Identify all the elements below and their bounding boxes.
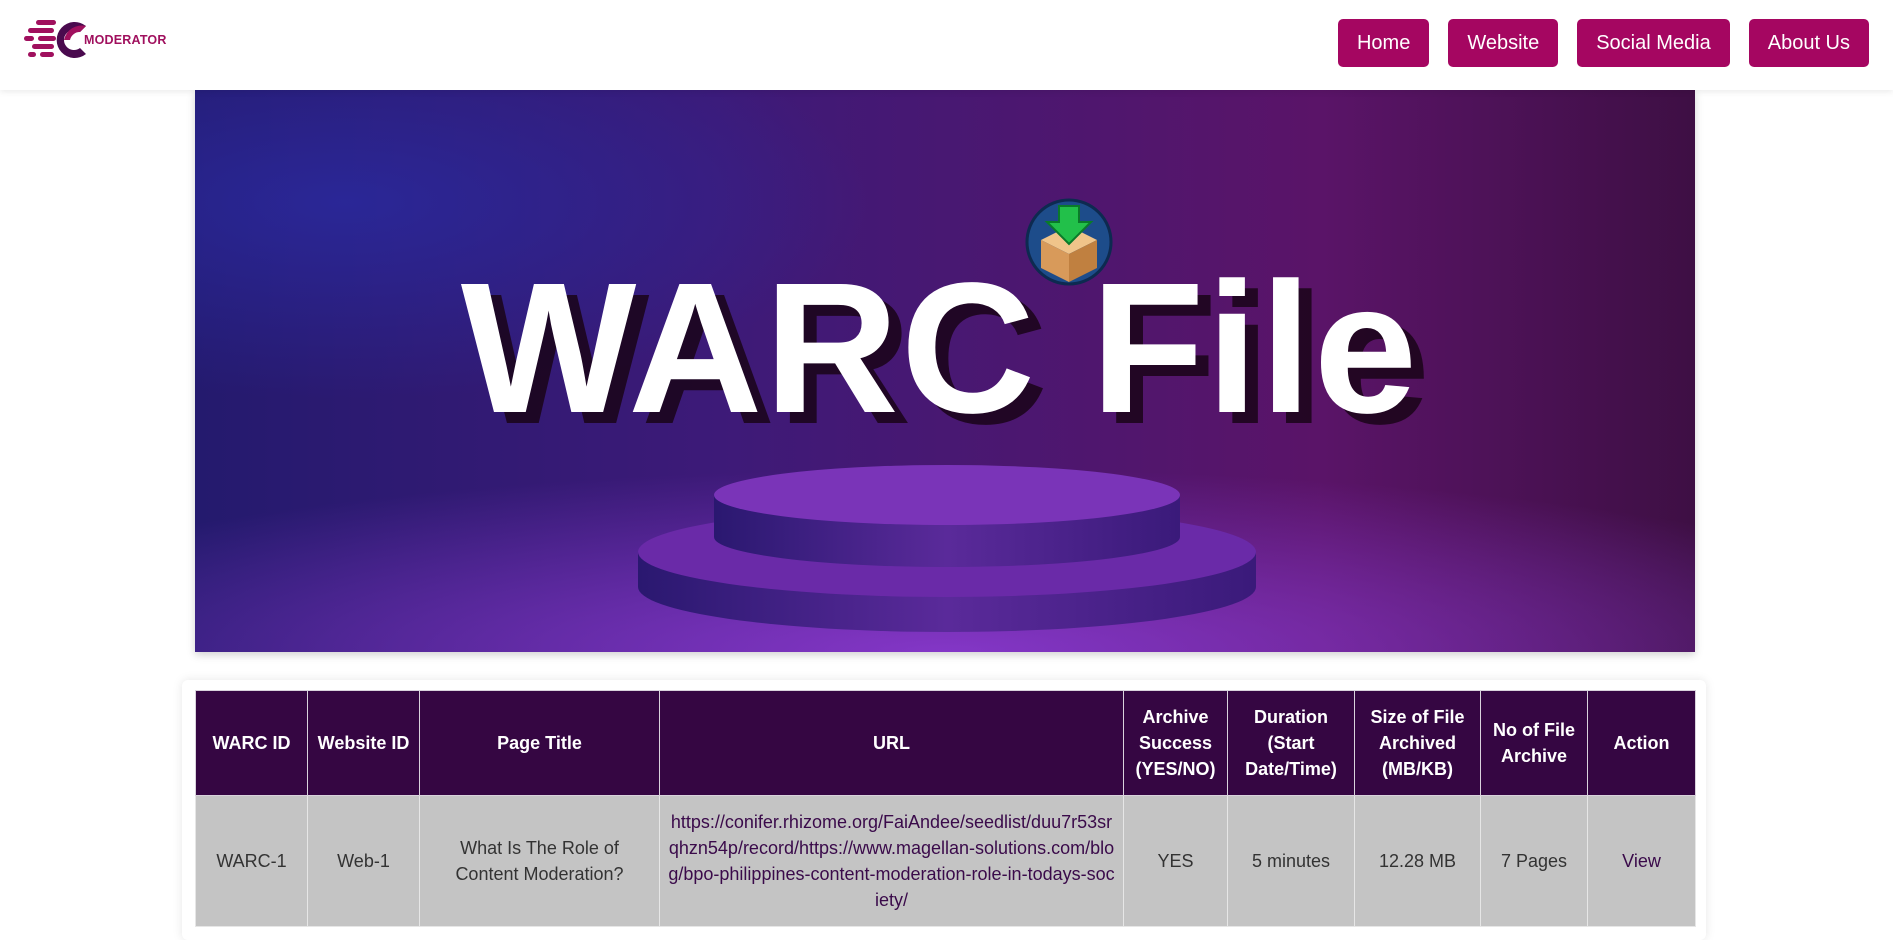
col-header-action[interactable]: Action bbox=[1587, 690, 1696, 796]
cell-size: 12.28 MB bbox=[1354, 795, 1481, 927]
cell-url-link[interactable]: https://conifer.rhizome.org/FaiAndee/see… bbox=[659, 795, 1124, 927]
nav-website-button[interactable]: Website bbox=[1448, 19, 1559, 67]
download-box-icon bbox=[1025, 198, 1113, 286]
logo-text: MODERATOR bbox=[84, 33, 167, 47]
col-header-page-title[interactable]: Page Title bbox=[419, 690, 660, 796]
hero-banner: WARC File WARC File bbox=[195, 90, 1695, 652]
col-header-warc-id[interactable]: WARC ID bbox=[195, 690, 308, 796]
nav-home-button[interactable]: Home bbox=[1337, 19, 1430, 67]
nav-about-us-button[interactable]: About Us bbox=[1748, 19, 1869, 67]
top-header: MODERATOR Home Website Social Media Abou… bbox=[0, 0, 1893, 90]
col-header-no-of-files[interactable]: No of File Archive bbox=[1480, 690, 1588, 796]
col-header-duration[interactable]: Duration (Start Date/Time) bbox=[1227, 690, 1355, 796]
logo[interactable]: MODERATOR bbox=[24, 14, 174, 66]
col-header-url[interactable]: URL bbox=[659, 690, 1124, 796]
cell-page-title: What Is The Role of Content Moderation? bbox=[419, 795, 660, 927]
cell-no-of-files: 7 Pages bbox=[1480, 795, 1588, 927]
cell-duration: 5 minutes bbox=[1227, 795, 1355, 927]
table-row: WARC-1 Web-1 What Is The Role of Content… bbox=[195, 795, 1696, 927]
view-link[interactable]: View bbox=[1587, 795, 1696, 927]
col-header-size[interactable]: Size of File Archived (MB/KB) bbox=[1354, 690, 1481, 796]
col-header-archive-success[interactable]: Archive Success (YES/NO) bbox=[1123, 690, 1228, 796]
cell-warc-id: WARC-1 bbox=[195, 795, 308, 927]
table-header-row: WARC ID Website ID Page Title URL Archiv… bbox=[195, 690, 1696, 796]
banner-title: WARC File bbox=[461, 245, 1419, 452]
cell-archive-success: YES bbox=[1123, 795, 1228, 927]
col-header-website-id[interactable]: Website ID bbox=[307, 690, 420, 796]
main-nav: Home Website Social Media About Us bbox=[1337, 19, 1869, 67]
warc-table: WARC ID Website ID Page Title URL Archiv… bbox=[195, 690, 1696, 927]
nav-social-media-button[interactable]: Social Media bbox=[1577, 19, 1730, 67]
cell-website-id: Web-1 bbox=[307, 795, 420, 927]
